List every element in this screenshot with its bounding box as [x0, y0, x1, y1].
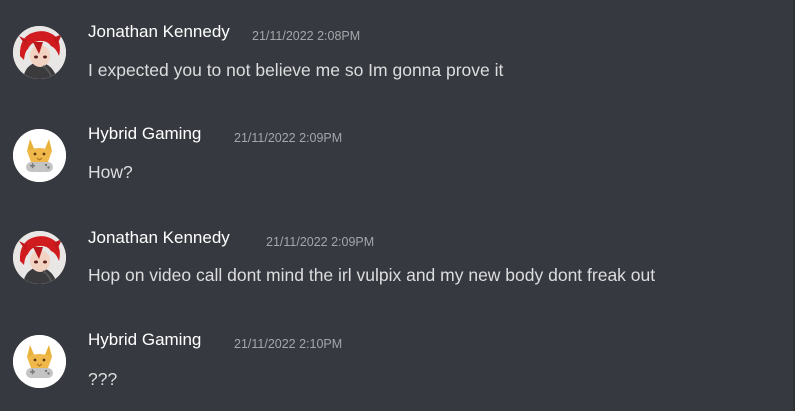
- fox-gamepad-avatar-icon: [13, 129, 66, 182]
- message-content: How?: [88, 162, 133, 182]
- message-item: Hybrid Gaming 21/11/2022 2:10PM ???: [0, 330, 795, 410]
- message-timestamp: 21/11/2022 2:09PM: [234, 131, 343, 145]
- message-author[interactable]: Hybrid Gaming: [88, 330, 201, 350]
- message-author[interactable]: Jonathan Kennedy: [88, 228, 230, 248]
- red-hair-anime-avatar-icon: [13, 231, 66, 284]
- message-timestamp: 21/11/2022 2:09PM: [266, 235, 375, 249]
- message-timestamp: 21/11/2022 2:10PM: [234, 337, 343, 351]
- red-hair-anime-avatar-icon: [13, 26, 66, 79]
- message-item: Jonathan Kennedy 21/11/2022 2:09PM Hop o…: [0, 227, 795, 307]
- message-item: Jonathan Kennedy 21/11/2022 2:08PM I exp…: [0, 20, 795, 100]
- avatar[interactable]: [13, 231, 66, 284]
- fox-gamepad-avatar-icon: [13, 335, 66, 388]
- message-content: ???: [88, 369, 118, 389]
- message-author[interactable]: Hybrid Gaming: [88, 124, 201, 144]
- avatar[interactable]: [13, 26, 66, 79]
- message-timestamp: 21/11/2022 2:08PM: [252, 29, 361, 43]
- avatar[interactable]: [13, 335, 66, 388]
- message-author[interactable]: Jonathan Kennedy: [88, 22, 230, 42]
- avatar[interactable]: [13, 129, 66, 182]
- message-item: Hybrid Gaming 21/11/2022 2:09PM How?: [0, 123, 795, 203]
- message-content: Hop on video call dont mind the irl vulp…: [88, 265, 656, 285]
- message-content: I expected you to not believe me so Im g…: [88, 60, 504, 80]
